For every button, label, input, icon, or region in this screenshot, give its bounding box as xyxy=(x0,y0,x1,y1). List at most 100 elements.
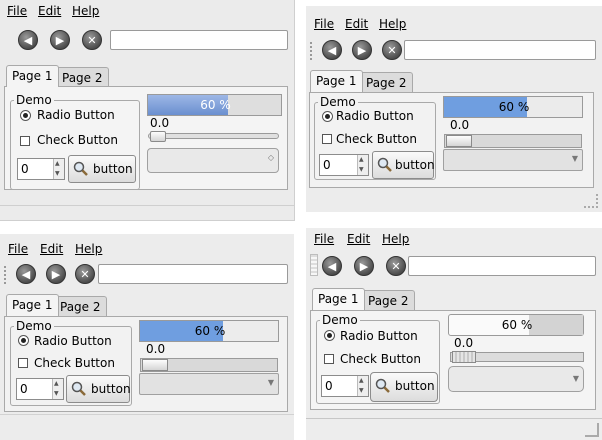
radio-button[interactable] xyxy=(18,335,29,346)
menubar: File Edit Help xyxy=(0,0,294,20)
search-button[interactable]: button xyxy=(370,372,438,402)
stop-button[interactable]: ✕ xyxy=(382,40,402,60)
slider-handle[interactable] xyxy=(452,351,476,363)
menu-file[interactable]: File xyxy=(7,4,27,18)
radio-button[interactable] xyxy=(20,110,31,121)
stop-button[interactable]: ✕ xyxy=(75,264,95,284)
menu-file[interactable]: File xyxy=(8,242,28,256)
spin-value: 0 xyxy=(21,162,29,176)
menu-help[interactable]: Help xyxy=(75,242,102,256)
tab-page-1[interactable]: Page 1 xyxy=(6,294,59,316)
groupbox-title: Demo xyxy=(320,313,360,327)
progress-text: 60 % xyxy=(194,324,226,338)
resize-grip-icon[interactable] xyxy=(585,423,599,437)
search-button[interactable]: button xyxy=(66,375,131,403)
spin-arrows[interactable] xyxy=(53,159,64,179)
spin-box[interactable]: 0 xyxy=(17,158,65,180)
spin-box[interactable]: 0 xyxy=(321,375,369,397)
back-button[interactable]: ◀ xyxy=(16,264,36,284)
slider-handle[interactable] xyxy=(150,131,166,142)
slider-value-label: 0.0 xyxy=(454,336,474,350)
check-label: Check Button xyxy=(37,133,118,147)
back-button[interactable]: ◀ xyxy=(18,30,38,50)
url-input[interactable] xyxy=(404,40,596,60)
forward-arrow-icon: ▶ xyxy=(51,267,61,281)
check-box[interactable] xyxy=(20,136,30,146)
resize-grip-icon[interactable] xyxy=(584,194,598,208)
tab-page-1[interactable]: Page 1 xyxy=(6,65,59,87)
toolbar: ◀ ▶ ✕ xyxy=(306,36,602,66)
check-label: Check Button xyxy=(336,132,417,146)
theme-window-1: File Edit Help ◀ ▶ ✕ Page 1 Page 2 Demo … xyxy=(0,0,295,221)
url-input[interactable] xyxy=(98,264,288,284)
forward-button[interactable]: ▶ xyxy=(352,40,372,60)
combo-box[interactable]: ▼ xyxy=(448,366,584,392)
menu-edit[interactable]: Edit xyxy=(347,232,370,246)
progress-bar: 60 % xyxy=(147,94,282,116)
check-label: Check Button xyxy=(340,352,421,366)
radio-button[interactable] xyxy=(322,111,333,122)
forward-button[interactable]: ▶ xyxy=(50,30,70,50)
chevron-down-icon: ◇ xyxy=(267,153,274,162)
radio-label: Radio Button xyxy=(34,334,112,348)
check-box[interactable] xyxy=(18,358,28,368)
menu-help[interactable]: Help xyxy=(379,17,406,31)
menu-help[interactable]: Help xyxy=(72,4,99,18)
tab-page-2[interactable]: Page 2 xyxy=(54,296,107,316)
combo-box[interactable]: ▼ xyxy=(139,373,279,395)
slider-track[interactable] xyxy=(148,133,279,139)
spin-arrows[interactable] xyxy=(357,155,368,175)
tab-page-2[interactable]: Page 2 xyxy=(56,67,109,87)
menu-file[interactable]: File xyxy=(314,232,334,246)
radio-button[interactable] xyxy=(324,330,335,341)
toolbar: ◀ ▶ ✕ xyxy=(306,250,602,280)
slider-value-label: 0.0 xyxy=(146,342,166,356)
progress-text: 60 % xyxy=(200,98,231,112)
toolbar-grip[interactable] xyxy=(4,266,10,284)
progress-bar: 60 % xyxy=(443,96,583,118)
spin-arrows[interactable] xyxy=(357,376,368,396)
stop-button[interactable]: ✕ xyxy=(386,256,406,276)
menu-edit[interactable]: Edit xyxy=(38,4,61,18)
stop-button[interactable]: ✕ xyxy=(82,30,102,50)
progress-text: 60 % xyxy=(498,100,530,114)
forward-arrow-icon: ▶ xyxy=(357,43,367,57)
check-label: Check Button xyxy=(34,356,115,370)
progress-text: 60 % xyxy=(501,318,533,332)
spin-box[interactable]: 0 xyxy=(16,378,64,400)
forward-arrow-icon: ▶ xyxy=(359,259,369,273)
menu-file[interactable]: File xyxy=(314,17,334,31)
forward-arrow-icon: ▶ xyxy=(55,33,65,47)
spin-box[interactable]: 0 xyxy=(319,154,369,176)
search-button[interactable]: button xyxy=(372,151,435,179)
radio-label: Radio Button xyxy=(37,108,115,122)
tab-page-1[interactable]: Page 1 xyxy=(312,288,365,310)
url-input[interactable] xyxy=(110,30,288,50)
forward-button[interactable]: ▶ xyxy=(354,256,374,276)
stop-x-icon: ✕ xyxy=(391,259,401,273)
back-arrow-icon: ◀ xyxy=(21,267,31,281)
tab-page-2[interactable]: Page 2 xyxy=(360,72,413,92)
check-box[interactable] xyxy=(324,354,334,364)
toolbar-grip[interactable] xyxy=(310,42,316,60)
button-label: button xyxy=(91,382,131,396)
radio-label: Radio Button xyxy=(336,109,414,123)
menu-help[interactable]: Help xyxy=(382,232,409,246)
search-button[interactable]: button xyxy=(68,155,136,183)
spin-arrows[interactable] xyxy=(52,379,63,399)
forward-button[interactable]: ▶ xyxy=(46,264,66,284)
combo-box[interactable]: ◇ xyxy=(147,148,279,173)
check-box[interactable] xyxy=(322,134,332,144)
menu-edit[interactable]: Edit xyxy=(40,242,63,256)
magnifier-icon xyxy=(377,157,393,173)
combo-box[interactable]: ▼ xyxy=(443,149,583,171)
url-input[interactable] xyxy=(408,256,596,276)
slider-handle[interactable] xyxy=(446,135,472,147)
menu-edit[interactable]: Edit xyxy=(345,17,368,31)
tab-page-1[interactable]: Page 1 xyxy=(310,70,363,92)
slider-handle[interactable] xyxy=(142,359,168,371)
toolbar-grip[interactable] xyxy=(310,254,318,276)
tab-page-2[interactable]: Page 2 xyxy=(362,290,415,310)
back-button[interactable]: ◀ xyxy=(322,40,342,60)
back-button[interactable]: ◀ xyxy=(322,256,342,276)
